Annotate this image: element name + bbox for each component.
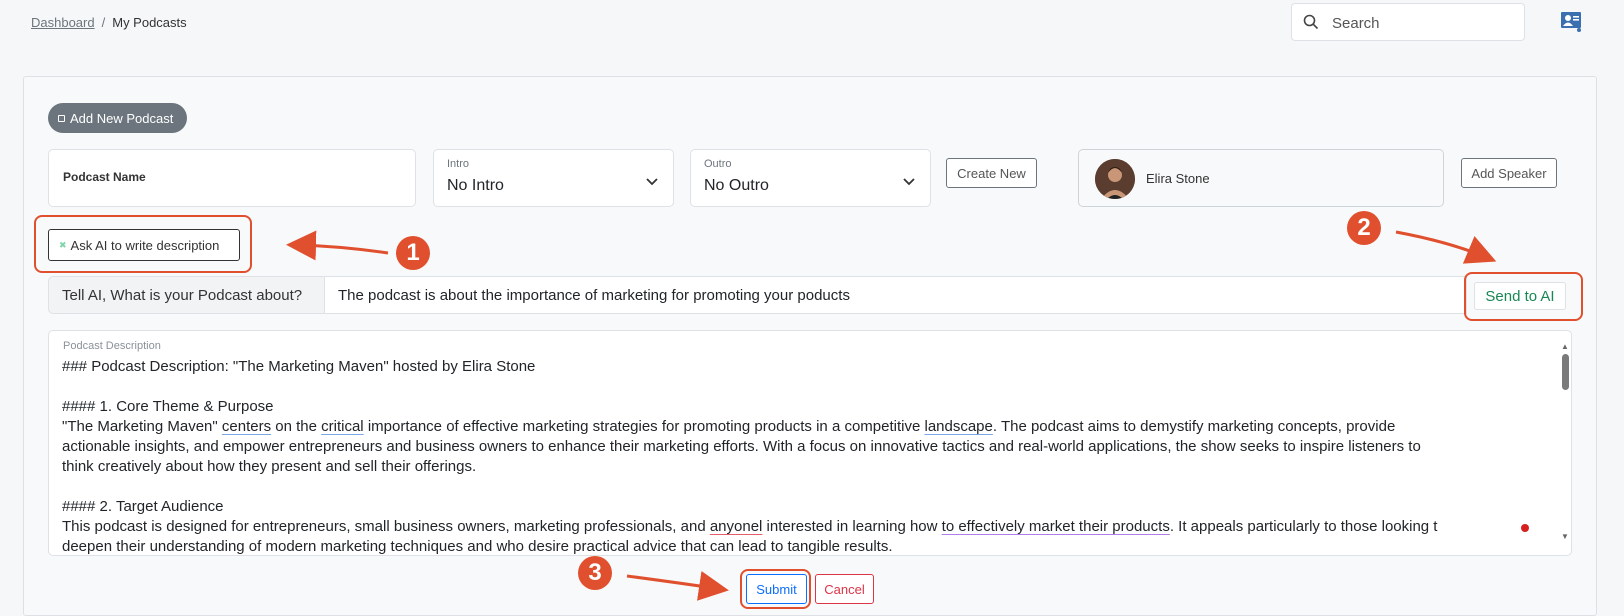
ai-prompt-input[interactable]: The podcast is about the importance of m… [324, 276, 1467, 314]
intro-value: No Intro [447, 177, 504, 194]
breadcrumb: Dashboard / My Podcasts [31, 15, 187, 30]
description-scrollbar[interactable]: ▲ ▼ [1560, 342, 1570, 541]
user-account-icon[interactable] [1560, 10, 1584, 39]
square-icon [58, 114, 65, 122]
outro-select[interactable]: Outro No Outro [690, 149, 931, 207]
speaker-select[interactable]: Elira Stone [1078, 149, 1444, 207]
breadcrumb-current: My Podcasts [112, 15, 187, 30]
podcast-name-label: Podcast Name [63, 170, 146, 184]
ai-prompt-row: Tell AI, What is your Podcast about? The… [48, 276, 1576, 314]
search-box[interactable] [1291, 3, 1525, 41]
search-icon [1303, 14, 1319, 35]
description-line: ### Podcast Description: "The Marketing … [62, 358, 536, 375]
speaker-name: Elira Stone [1146, 171, 1210, 186]
create-new-button[interactable]: Create New [946, 158, 1037, 188]
description-line: "The Marketing Maven" centers on the cri… [62, 418, 1396, 435]
scrollbar-thumb[interactable] [1562, 354, 1569, 390]
description-line: #### 2. Target Audience [62, 498, 224, 515]
scroll-up-icon[interactable]: ▲ [1561, 342, 1569, 351]
scroll-down-icon[interactable]: ▼ [1561, 532, 1569, 541]
description-line: think creatively about how they present … [62, 458, 477, 475]
add-speaker-button[interactable]: Add Speaker [1461, 158, 1557, 188]
podcast-name-field[interactable]: Podcast Name [48, 149, 416, 207]
send-to-ai-button[interactable]: Send to AI [1474, 282, 1566, 310]
breadcrumb-separator: / [101, 15, 106, 30]
search-input[interactable] [1330, 12, 1515, 34]
intro-select[interactable]: Intro No Intro [433, 149, 674, 207]
cancel-button[interactable]: Cancel [815, 574, 874, 604]
submit-button[interactable]: Submit [746, 574, 807, 604]
add-new-podcast-button[interactable]: Add New Podcast [48, 103, 187, 133]
description-line: #### 1. Core Theme & Purpose [62, 398, 274, 415]
recording-dot-icon [1521, 524, 1529, 532]
podcast-description-text: ### Podcast Description: "The Marketing … [62, 357, 1542, 555]
breadcrumb-dashboard-link[interactable]: Dashboard [31, 15, 95, 30]
add-new-podcast-label: Add New Podcast [70, 110, 174, 126]
intro-label: Intro [447, 158, 470, 170]
chevron-down-icon [645, 174, 659, 192]
description-line: This podcast is designed for entrepreneu… [62, 518, 1438, 535]
top-bar: Dashboard / My Podcasts [0, 0, 1624, 46]
podcast-description-textarea[interactable]: Podcast Description ### Podcast Descript… [48, 330, 1572, 556]
ask-ai-description-label: Ask AI to write description [70, 237, 220, 253]
description-line: actionable insights, and empower entrepr… [62, 438, 1421, 455]
ai-prompt-label: Tell AI, What is your Podcast about? [48, 276, 325, 314]
podcast-description-label: Podcast Description [63, 340, 161, 352]
outro-label: Outro [704, 158, 732, 170]
description-line: deepen their understanding of modern mar… [62, 538, 893, 555]
ask-ai-description-button[interactable]: ✖ Ask AI to write description [48, 229, 240, 261]
avatar [1095, 159, 1135, 199]
sparkle-icon: ✖ [59, 239, 67, 250]
outro-value: No Outro [704, 177, 769, 194]
chevron-down-icon [902, 174, 916, 192]
